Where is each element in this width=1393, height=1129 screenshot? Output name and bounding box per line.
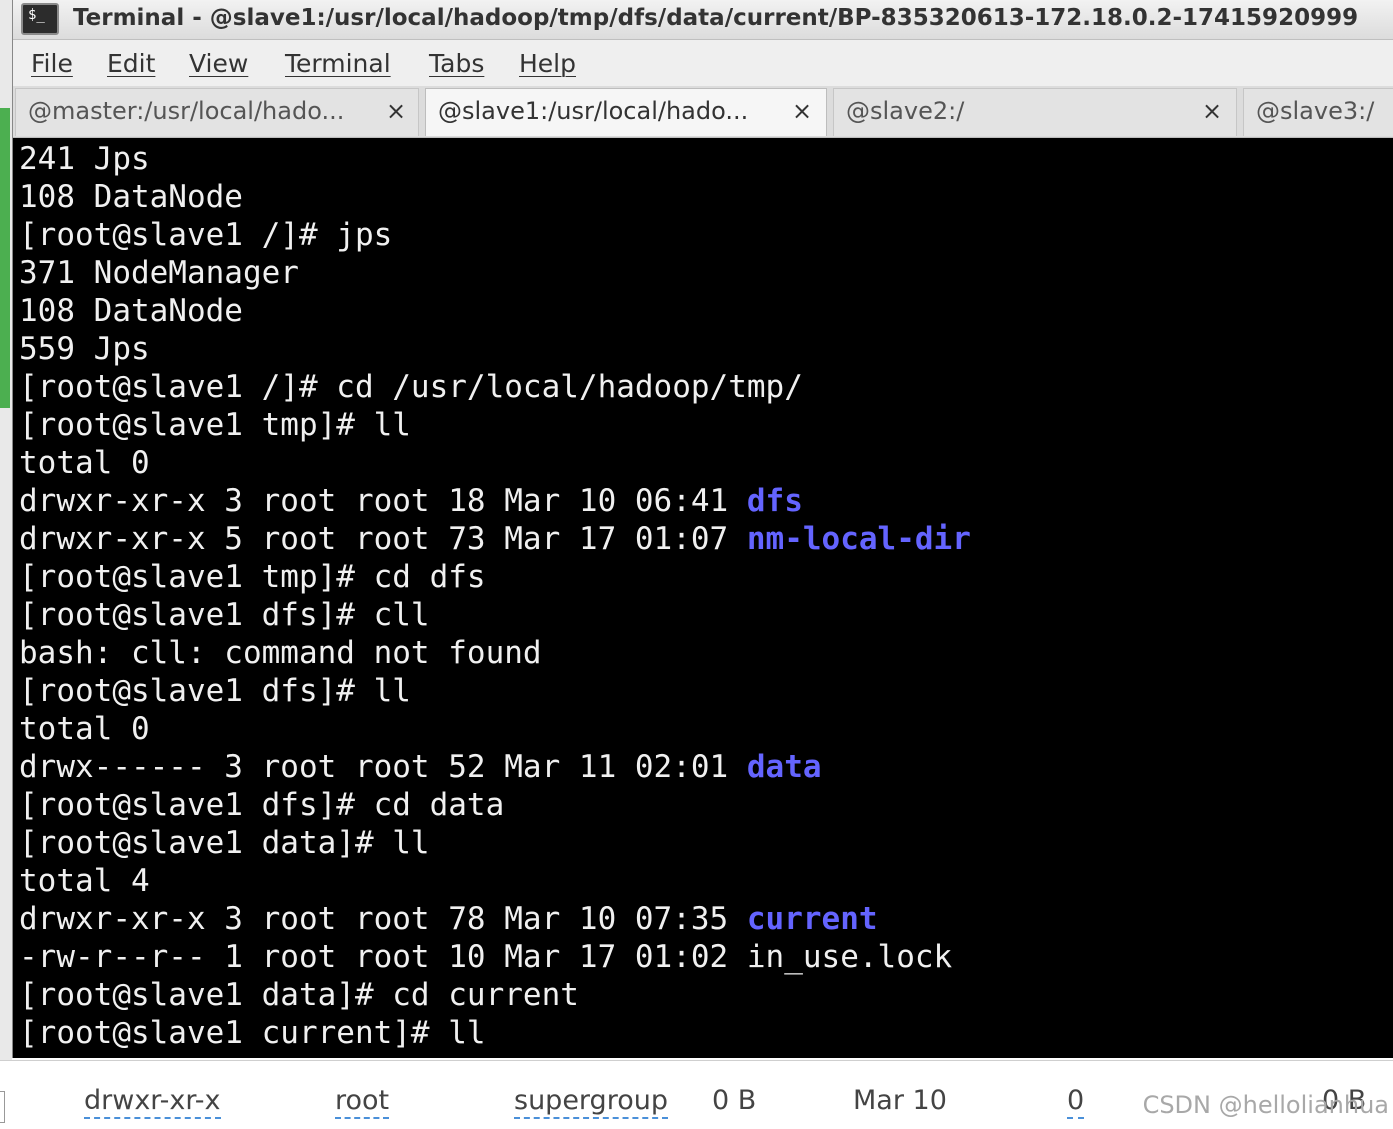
file-group[interactable]: supergroup	[514, 1085, 668, 1119]
terminal-text: drwxr-xr-x 3 root root 18 Mar 10 06:41	[19, 483, 747, 519]
background-accent-bar	[0, 108, 10, 408]
terminal-text: drwxr-xr-x 5 root root 73 Mar 17 01:07	[19, 521, 747, 557]
terminal-text: [root@slave1 dfs]# cll	[19, 597, 430, 633]
menu-edit[interactable]: Edit	[107, 49, 155, 78]
tab-label: @slave1:/usr/local/hado...	[438, 97, 749, 125]
file-permissions[interactable]: drwxr-xr-x	[84, 1085, 221, 1119]
terminal-line: 108 DataNode	[19, 292, 1389, 330]
terminal-text: [root@slave1 tmp]# ll	[19, 407, 411, 443]
terminal-text: bash: cll: command not found	[19, 635, 542, 671]
terminal-text: 559 Jps	[19, 331, 150, 367]
tab-bar: @master:/usr/local/hado... × @slave1:/us…	[13, 86, 1393, 138]
tab-slave1[interactable]: @slave1:/usr/local/hado... ×	[425, 88, 827, 136]
terminal-line: drwxr-xr-x 5 root root 73 Mar 17 01:07 n…	[19, 520, 1389, 558]
close-icon[interactable]: ×	[386, 97, 406, 125]
terminal-line: [root@slave1 /]# cd /usr/local/hadoop/tm…	[19, 368, 1389, 406]
terminal-text: [root@slave1 dfs]# ll	[19, 673, 411, 709]
file-modified: Mar 10	[853, 1085, 947, 1116]
terminal-text: [root@slave1 current]# ll	[19, 1015, 486, 1051]
file-list-row: drwxr-xr-x root supergroup 0 B Mar 10 0 …	[0, 1060, 1393, 1129]
terminal-text: [root@slave1 dfs]# cd data	[19, 787, 505, 823]
watermark: CSDN @hellolianhua	[1142, 1091, 1389, 1119]
menu-file[interactable]: File	[31, 49, 73, 78]
terminal-line: [root@slave1 dfs]# ll	[19, 672, 1389, 710]
menu-help[interactable]: Help	[519, 49, 576, 78]
file-owner[interactable]: root	[335, 1085, 390, 1119]
terminal-text: [root@slave1 data]# ll	[19, 825, 430, 861]
window-title: Terminal - @slave1:/usr/local/hadoop/tmp…	[73, 5, 1359, 31]
tab-label: @slave2:/	[846, 97, 965, 125]
directory-name: nm-local-dir	[746, 521, 971, 557]
terminal-line: [root@slave1 dfs]# cll	[19, 596, 1389, 634]
terminal-line: 241 Jps	[19, 140, 1389, 178]
terminal-line: [root@slave1 data]# cd current	[19, 976, 1389, 1014]
terminal-text: total 0	[19, 445, 150, 481]
tab-slave2[interactable]: @slave2:/ ×	[833, 88, 1237, 136]
terminal-text: [root@slave1 data]# cd current	[19, 977, 579, 1013]
terminal-text: [root@slave1 tmp]# cd dfs	[19, 559, 486, 595]
terminal-text: total 0	[19, 711, 150, 747]
directory-name: dfs	[746, 483, 803, 519]
terminal-icon: $_	[21, 3, 59, 35]
terminal-text: -rw-r--r-- 1 root root 10 Mar 17 01:02 i…	[19, 939, 953, 975]
directory-name: data	[746, 749, 822, 785]
terminal-window: $_ Terminal - @slave1:/usr/local/hadoop/…	[12, 0, 1393, 1058]
close-icon[interactable]: ×	[792, 97, 812, 125]
menu-view[interactable]: View	[189, 49, 248, 78]
terminal-line: drwx------ 3 root root 52 Mar 11 02:01 d…	[19, 748, 1389, 786]
terminal-text: drwxr-xr-x 3 root root 78 Mar 10 07:35	[19, 901, 747, 937]
menu-terminal[interactable]: Terminal	[285, 49, 391, 78]
close-icon[interactable]: ×	[1202, 97, 1222, 125]
terminal-output[interactable]: 241 Jps 108 DataNode [root@slave1 /]# jps 3…	[19, 140, 1389, 1056]
terminal-line: drwxr-xr-x 3 root root 78 Mar 10 07:35 c…	[19, 900, 1389, 938]
terminal-line: 559 Jps	[19, 330, 1389, 368]
tab-master[interactable]: @master:/usr/local/hado... ×	[15, 88, 419, 136]
terminal-line: [root@slave1 current]# ll	[19, 1014, 1389, 1052]
terminal-line: bash: cll: command not found	[19, 634, 1389, 672]
terminal-line: drwxr-xr-x 3 root root 18 Mar 10 06:41 d…	[19, 482, 1389, 520]
directory-name: current	[746, 901, 878, 937]
terminal-line: 108 DataNode	[19, 178, 1389, 216]
terminal-line: -rw-r--r-- 1 root root 10 Mar 17 01:02 i…	[19, 938, 1389, 976]
terminal-line: [root@slave1 dfs]# cd data	[19, 786, 1389, 824]
background-window-edge	[0, 0, 12, 1060]
terminal-text: 108 DataNode	[19, 179, 243, 215]
terminal-text: drwx------ 3 root root 52 Mar 11 02:01	[19, 749, 747, 785]
terminal-text: 241 Jps	[19, 141, 150, 177]
menu-tabs[interactable]: Tabs	[429, 49, 484, 78]
terminal-text: [root@slave1 /]# cd /usr/local/hadoop/tm…	[19, 369, 803, 405]
terminal-line: total 0	[19, 710, 1389, 748]
terminal-text: 108 DataNode	[19, 293, 243, 329]
terminal-line: total 0	[19, 444, 1389, 482]
title-bar[interactable]: $_ Terminal - @slave1:/usr/local/hadoop/…	[13, 0, 1393, 40]
terminal-line: [root@slave1 data]# ll	[19, 824, 1389, 862]
menu-bar: File Edit View Terminal Tabs Help	[13, 40, 1393, 86]
tab-slave3[interactable]: @slave3:/	[1243, 88, 1393, 136]
file-replication[interactable]: 0	[1067, 1085, 1085, 1119]
terminal-line: [root@slave1 /]# jps	[19, 216, 1389, 254]
tab-label: @slave3:/	[1256, 97, 1375, 125]
tab-label: @master:/usr/local/hado...	[28, 97, 345, 125]
terminal-line: 371 NodeManager	[19, 254, 1389, 292]
terminal-line: total 4	[19, 862, 1389, 900]
terminal-text: 371 NodeManager	[19, 255, 299, 291]
checkbox-edge	[0, 1091, 5, 1123]
terminal-line: [root@slave1 tmp]# ll	[19, 406, 1389, 444]
file-size: 0 B	[712, 1085, 757, 1116]
terminal-text: [root@slave1 /]# jps	[19, 217, 393, 253]
terminal-text: total 4	[19, 863, 150, 899]
terminal-line: [root@slave1 tmp]# cd dfs	[19, 558, 1389, 596]
